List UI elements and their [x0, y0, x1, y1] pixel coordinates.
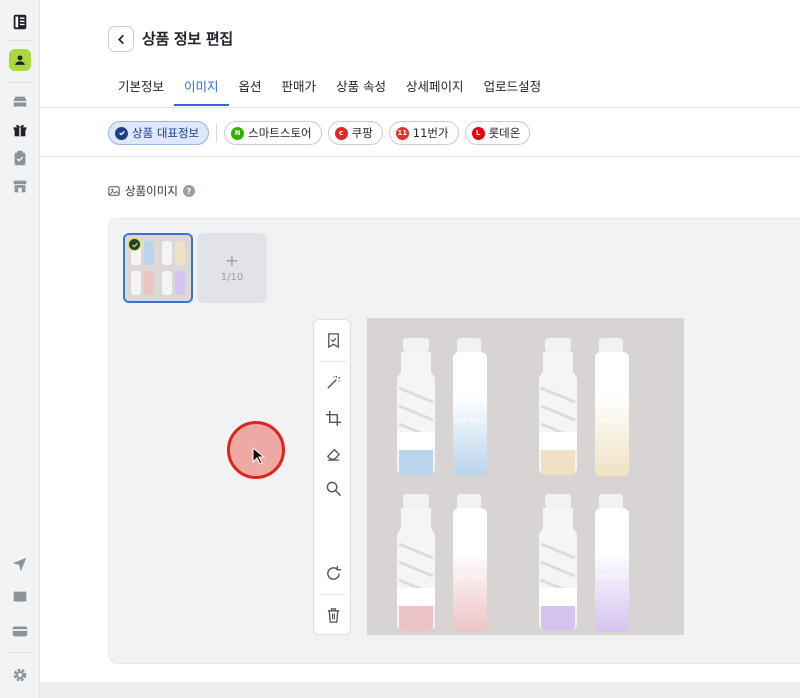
tab-images[interactable]: 이미지 [174, 72, 229, 106]
tab-upload-settings[interactable]: 업로드설정 [474, 72, 552, 106]
crop-icon[interactable] [323, 408, 343, 428]
trash-icon[interactable] [323, 605, 343, 625]
image-edit-toolbar [313, 319, 351, 635]
product-label: UPF 50+ [455, 573, 486, 581]
11st-icon: 11 [395, 126, 409, 140]
store-icon[interactable] [10, 176, 30, 196]
chip-label: 상품 대표정보 [132, 126, 200, 140]
chip-11st[interactable]: 11 11번가 [388, 121, 459, 145]
section-title: 상품이미지 [125, 184, 178, 198]
plus-icon: + [225, 251, 239, 270]
chevron-left-icon [117, 34, 124, 44]
back-button[interactable] [108, 26, 134, 52]
help-icon[interactable]: ? [182, 185, 195, 197]
tab-attributes[interactable]: 상품 속성 [326, 72, 396, 106]
lotteon-icon: L [471, 126, 485, 140]
tab-bar: 기본정보 이미지 옵션 판매가 상품 속성 상세페이지 업로드설정 [108, 72, 551, 108]
bookmark-icon[interactable] [323, 330, 343, 350]
user-avatar-icon[interactable] [9, 49, 31, 71]
tab-options[interactable]: 옵션 [229, 72, 272, 106]
chip-label: 스마트스토어 [248, 126, 312, 140]
product-label: UPF 50+ [455, 417, 486, 425]
clipboard-check-icon[interactable] [10, 148, 30, 168]
channel-chips: 상품 대표정보 N 스마트스토어 c 쿠팡 11 11번가 L 롯데온 [108, 121, 531, 145]
tab-price[interactable]: 판매가 [272, 72, 327, 106]
zoom-icon[interactable] [323, 478, 343, 498]
card-icon[interactable] [10, 621, 30, 641]
notebook-icon[interactable] [10, 12, 30, 32]
naver-n-icon: N [231, 126, 245, 140]
image-count-label: 1/10 [220, 272, 244, 283]
product-label: UPF 50+ [597, 573, 628, 581]
chip-coupang[interactable]: c 쿠팡 [327, 121, 383, 145]
image-thumbnail[interactable] [123, 233, 193, 303]
inbox-icon[interactable] [10, 92, 30, 112]
coupang-icon: c [334, 126, 348, 140]
book-icon[interactable] [10, 587, 30, 607]
rotate-icon[interactable] [323, 563, 343, 583]
section-heading: 상품이미지 ? [108, 183, 195, 199]
product-main-image: UPF 50+ UPF 50+ UPF 50+ UPF 50+ [367, 318, 684, 635]
gift-icon[interactable] [10, 120, 30, 140]
eraser-icon[interactable] [323, 443, 343, 463]
selected-check-icon [128, 238, 141, 251]
check-circle-icon [115, 126, 128, 140]
tab-basic-info[interactable]: 기본정보 [108, 72, 174, 106]
product-label: UPF 50+ [597, 417, 628, 425]
tab-detail-page[interactable]: 상세페이지 [396, 72, 474, 106]
add-image-button[interactable]: + 1/10 [197, 233, 267, 303]
chip-representative-info[interactable]: 상품 대표정보 [108, 121, 210, 145]
magic-wand-icon[interactable] [323, 372, 343, 392]
image-icon [108, 186, 120, 196]
mouse-pointer-icon [252, 447, 266, 465]
send-icon[interactable] [10, 554, 30, 574]
chip-label: 롯데온 [488, 126, 521, 140]
bottom-bar [40, 682, 800, 698]
page-title: 상품 정보 편집 [142, 30, 233, 48]
chip-label: 11번가 [412, 126, 449, 140]
chip-lotteon[interactable]: L 롯데온 [464, 121, 531, 145]
side-rail [0, 0, 40, 698]
settings-gear-icon[interactable] [10, 665, 30, 685]
chip-smartstore[interactable]: N 스마트스토어 [224, 121, 322, 145]
chip-label: 쿠팡 [351, 126, 373, 140]
